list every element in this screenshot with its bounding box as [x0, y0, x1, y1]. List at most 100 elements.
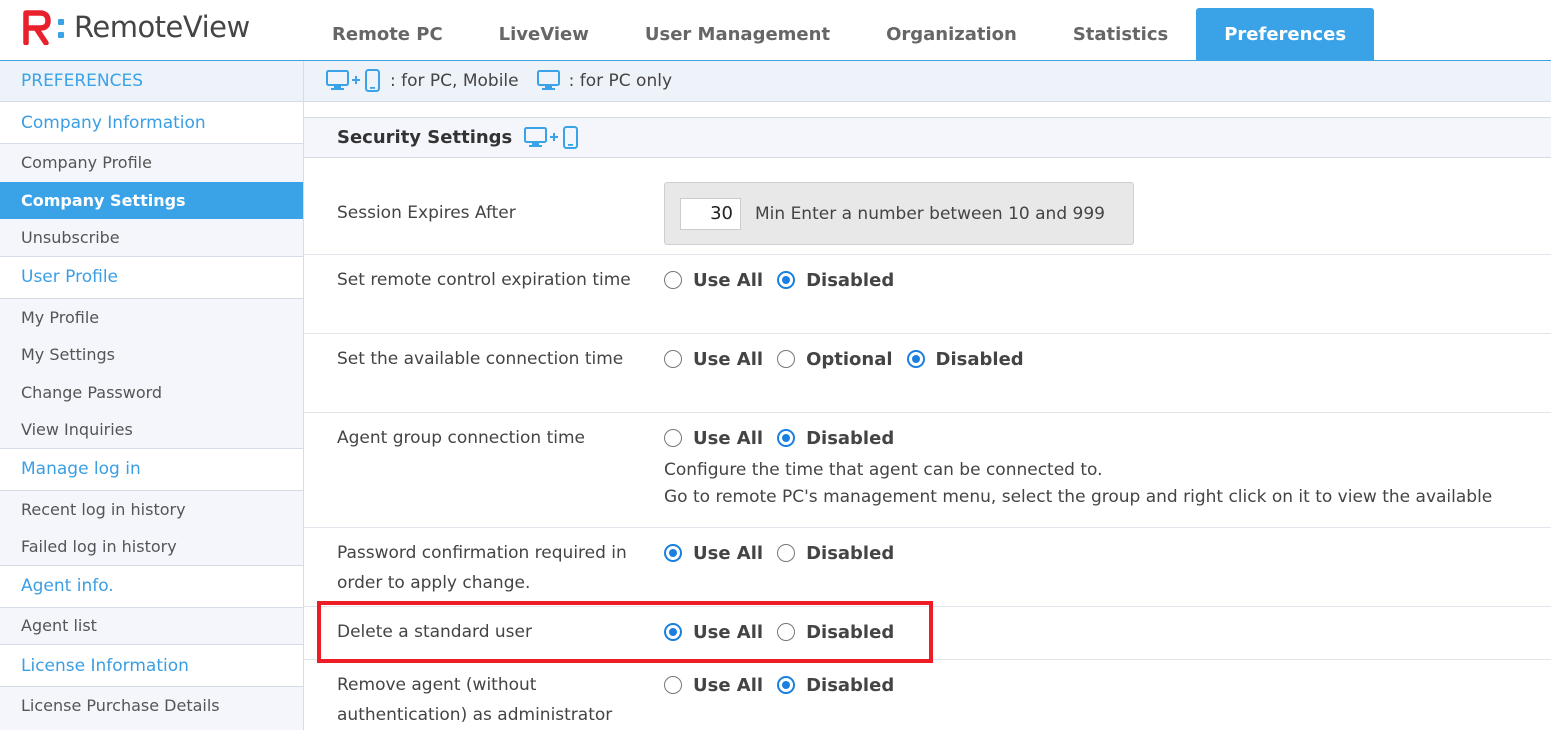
option-use-all[interactable]: Use All: [664, 428, 763, 449]
legend-pc-mobile-text: : for PC, Mobile: [390, 71, 519, 91]
radio-selected[interactable]: [906, 350, 925, 368]
option-disabled[interactable]: Disabled: [777, 543, 894, 564]
option-label: Disabled: [806, 674, 895, 696]
radio-unselected[interactable]: [664, 271, 682, 289]
setting-options: Use All Disabled Configure the time that…: [664, 423, 1492, 511]
remoteview-logo[interactable]: RemoteView: [22, 9, 250, 45]
option-use-all[interactable]: Use All: [664, 543, 763, 564]
tab-preferences[interactable]: Preferences: [1196, 8, 1375, 61]
radio-unselected[interactable]: [664, 429, 682, 447]
pc-mobile-icon: [326, 69, 380, 92]
option-label: Use All: [693, 269, 764, 291]
setting-options: Use All Disabled: [664, 265, 908, 295]
legend-pc-only: : for PC only: [536, 69, 672, 93]
option-label: Disabled: [806, 427, 895, 449]
main-tabs: Remote PC LiveView User Management Organ…: [304, 8, 1375, 61]
sidebar-item-agent-list[interactable]: Agent list: [0, 608, 303, 645]
setting-description: Configure the time that agent can be con…: [664, 457, 1492, 511]
sidebar-section-agent-info[interactable]: Agent info.: [0, 565, 303, 608]
radio-unselected[interactable]: [664, 676, 682, 694]
sidebar-item-unsubscribe[interactable]: Unsubscribe: [0, 219, 303, 257]
tab-remote-pc[interactable]: Remote PC: [304, 8, 471, 61]
pc-mobile-icon: [524, 125, 579, 149]
session-hint: Min Enter a number between 10 and 999: [755, 203, 1105, 224]
option-label: Use All: [693, 427, 764, 449]
tab-organization[interactable]: Organization: [858, 8, 1045, 61]
sidebar-section-user-profile[interactable]: User Profile: [0, 256, 303, 299]
tab-user-management[interactable]: User Management: [617, 8, 858, 61]
setting-row-available-connection-time: Set the available connection time Use Al…: [304, 334, 1551, 413]
sidebar-item-failed-log-in-history[interactable]: Failed log in history: [0, 528, 303, 566]
setting-row-delete-standard-user: Delete a standard user Use All Disabled: [304, 607, 1551, 660]
option-label: Disabled: [806, 269, 895, 291]
radio-unselected[interactable]: [777, 623, 796, 641]
remoteview-logo-icon: [23, 10, 64, 45]
session-minutes-input[interactable]: [680, 197, 741, 230]
setting-row-agent-group-connection-time: Agent group connection time Use All Disa…: [304, 413, 1551, 528]
top-navigation-bar: RemoteView Remote PC LiveView User Manag…: [0, 0, 1551, 61]
setting-label: Set the available connection time: [337, 349, 624, 369]
option-optional[interactable]: Optional: [777, 348, 893, 370]
setting-options: Use All Optional Disabled: [664, 344, 1038, 374]
option-label: Disabled: [806, 621, 895, 643]
setting-label: Agent group connection time: [337, 428, 585, 448]
sidebar-item-company-profile[interactable]: Company Profile: [0, 144, 303, 182]
sidebar-item-change-password[interactable]: Change Password: [0, 374, 303, 412]
option-disabled[interactable]: Disabled: [777, 428, 894, 449]
setting-label: Set remote control expiration time: [337, 270, 631, 290]
session-expiry-box: Min Enter a number between 10 and 999: [664, 182, 1134, 245]
sidebar-item-my-profile[interactable]: My Profile: [0, 299, 303, 337]
option-label: Disabled: [806, 542, 895, 564]
sidebar-section-license-information[interactable]: License Information: [0, 645, 303, 687]
option-disabled[interactable]: Disabled: [906, 348, 1024, 370]
option-use-all[interactable]: Use All: [664, 622, 763, 643]
setting-row-password-confirmation: Password confirmation required in order …: [304, 528, 1551, 607]
option-use-all[interactable]: Use All: [664, 675, 763, 696]
description-line: Go to remote PC's management menu, selec…: [664, 487, 1493, 507]
option-use-all[interactable]: Use All: [664, 349, 763, 370]
radio-selected[interactable]: [777, 429, 796, 447]
sidebar-item-company-settings[interactable]: Company Settings: [0, 181, 303, 219]
device-legend: : for PC, Mobile : for PC only: [304, 61, 1551, 102]
option-disabled[interactable]: Disabled: [777, 270, 894, 291]
option-disabled[interactable]: Disabled: [777, 675, 894, 696]
option-label: Use All: [693, 542, 764, 564]
tab-statistics[interactable]: Statistics: [1045, 8, 1196, 61]
setting-label: Remove agent (without authentication) as…: [337, 675, 613, 725]
settings-panel: : for PC, Mobile : for PC only Security …: [304, 61, 1551, 730]
radio-selected[interactable]: [777, 271, 796, 289]
sidebar-header: PREFERENCES: [0, 61, 303, 102]
sidebar-item-license-purchase-details[interactable]: License Purchase Details: [0, 687, 303, 725]
radio-selected[interactable]: [777, 676, 796, 694]
option-label: Optional: [806, 348, 893, 370]
setting-label: Session Expires After: [337, 203, 516, 223]
description-line: Configure the time that agent can be con…: [664, 460, 1103, 480]
option-label: Use All: [693, 674, 764, 696]
setting-options: Use All Disabled: [664, 670, 908, 700]
option-use-all[interactable]: Use All: [664, 270, 763, 291]
setting-options: Use All Disabled: [664, 617, 908, 647]
preferences-sidebar: PREFERENCES Company Information Company …: [0, 61, 304, 730]
app-name: RemoteView: [74, 10, 250, 44]
radio-selected[interactable]: [664, 544, 682, 562]
sidebar-section-manage-log-in[interactable]: Manage log in: [0, 448, 303, 491]
setting-label: Password confirmation required in order …: [337, 543, 627, 593]
option-label: Use All: [693, 348, 764, 370]
setting-label: Delete a standard user: [337, 622, 532, 642]
radio-unselected[interactable]: [664, 350, 682, 368]
legend-pc-mobile: : for PC, Mobile: [326, 69, 519, 93]
pc-icon: [536, 70, 560, 90]
tab-liveview[interactable]: LiveView: [471, 8, 617, 61]
setting-options: Use All Disabled: [664, 538, 908, 568]
radio-unselected[interactable]: [777, 544, 796, 562]
radio-selected[interactable]: [664, 623, 682, 641]
option-disabled[interactable]: Disabled: [777, 622, 894, 643]
option-label: Disabled: [935, 348, 1024, 370]
setting-row-session-expires: Session Expires After Min Enter a number…: [304, 182, 1551, 255]
radio-unselected[interactable]: [777, 350, 796, 368]
sidebar-item-my-settings[interactable]: My Settings: [0, 336, 303, 374]
sidebar-item-recent-log-in-history[interactable]: Recent log in history: [0, 491, 303, 529]
sidebar-item-view-inquiries[interactable]: View Inquiries: [0, 411, 303, 449]
section-title-text: Security Settings: [337, 127, 513, 148]
sidebar-section-company-information[interactable]: Company Information: [0, 102, 303, 144]
